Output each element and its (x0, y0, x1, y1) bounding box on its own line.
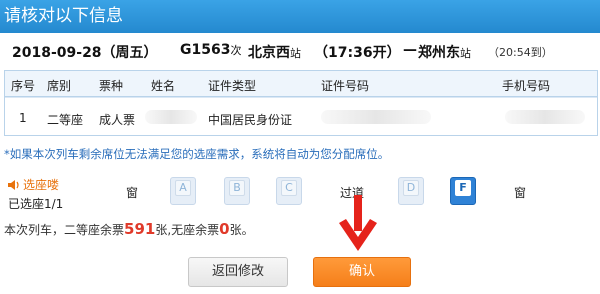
row-index: 1 (19, 111, 27, 125)
header-seat-class: 席别 (47, 79, 72, 93)
table-header: 序号 席别 票种 姓名 证件类型 证件号码 手机号码 (5, 71, 597, 97)
seat-picker: 选座喽 已选座1/1 窗 A B C 过道 D F 窗 (0, 170, 600, 214)
route-separator: — (403, 42, 417, 58)
back-edit-button[interactable]: 返回修改 (188, 257, 288, 287)
dialog-title-bar: 请核对以下信息 (0, 0, 600, 33)
row-id-type: 中国居民身份证 (208, 113, 293, 127)
trip-date: 2018-09-28（周五） (12, 45, 158, 61)
arrow-down-icon (339, 195, 377, 251)
seat-selected-count: 已选座1/1 (8, 197, 64, 211)
seat-f-selected[interactable]: F (450, 177, 476, 205)
depart-time: （17:36开） (314, 45, 401, 61)
seat-c[interactable]: C (276, 177, 302, 205)
passenger-table: 序号 席别 票种 姓名 证件类型 证件号码 手机号码 1 二等座 成人票 中国居… (4, 70, 598, 136)
remaining-seat-count: 591 (124, 220, 156, 238)
remaining-tickets: 本次列车，二等座余票591张,无座余票0张。 (4, 220, 254, 238)
window-label-left: 窗 (126, 186, 139, 200)
redacted-id-number (321, 110, 431, 124)
header-phone: 手机号码 (502, 79, 551, 93)
remaining-standing-count: 0 (219, 220, 230, 238)
seat-picker-title: 选座喽 (8, 176, 59, 193)
seat-b[interactable]: B (224, 177, 250, 205)
seat-notice: *如果本次列车剩余席位无法满足您的选座需求，系统将自动为您分配席位。 (4, 147, 390, 161)
from-station: 北京西站 (248, 45, 301, 61)
seat-d[interactable]: D (398, 177, 424, 205)
redacted-name (145, 110, 197, 124)
row-seat-class: 二等座 (47, 113, 84, 127)
redacted-phone (505, 110, 585, 124)
header-id-number: 证件号码 (321, 79, 370, 93)
confirm-button[interactable]: 确认 (313, 257, 411, 287)
dialog-title: 请核对以下信息 (4, 6, 123, 26)
trip-summary: 2018-09-28（周五） G1563次 北京西站 （17:36开） — 郑州… (0, 38, 600, 62)
header-id-type: 证件类型 (208, 79, 257, 93)
train-number: G1563次 (180, 42, 242, 58)
row-ticket-type: 成人票 (99, 113, 136, 127)
header-ticket-type: 票种 (99, 79, 124, 93)
header-name: 姓名 (151, 79, 176, 93)
speaker-icon (8, 180, 19, 190)
header-index: 序号 (11, 79, 36, 93)
window-label-right: 窗 (514, 186, 527, 200)
table-row: 1 二等座 成人票 中国居民身份证 (5, 97, 597, 135)
arrive-time: （20:54到） (488, 46, 553, 59)
to-station: 郑州东站 (418, 45, 471, 61)
seat-a[interactable]: A (170, 177, 196, 205)
